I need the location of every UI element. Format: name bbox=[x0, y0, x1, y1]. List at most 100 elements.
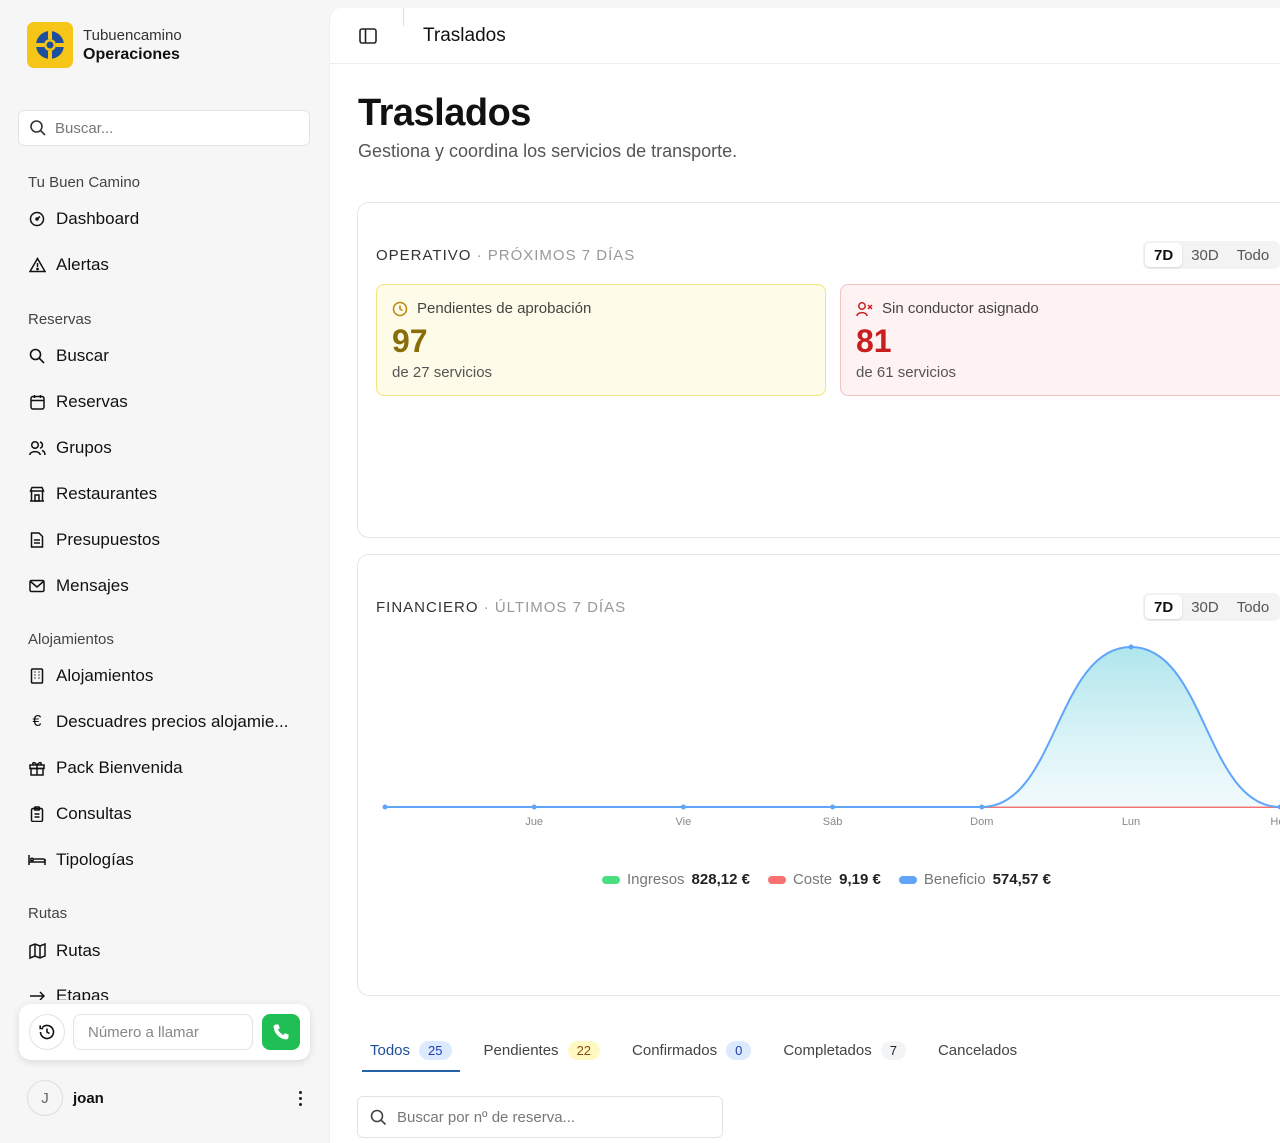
sidebar-item-pack-bienvenida[interactable]: Pack Bienvenida bbox=[22, 750, 312, 786]
sidebar-search[interactable] bbox=[18, 110, 310, 146]
tab-confirmados[interactable]: Confirmados 0 bbox=[624, 1034, 759, 1066]
sidebar-item-label: Pack Bienvenida bbox=[56, 758, 183, 777]
legend-value: 574,57 € bbox=[992, 871, 1051, 888]
file-icon bbox=[28, 531, 46, 549]
reservation-search-input[interactable] bbox=[397, 1108, 697, 1126]
data-point[interactable] bbox=[979, 804, 985, 810]
count-badge: 22 bbox=[567, 1040, 601, 1060]
range-7d[interactable]: 7D bbox=[1145, 595, 1183, 619]
phone-number-input[interactable] bbox=[73, 1014, 253, 1050]
x-tick-label: Hoy bbox=[1270, 816, 1280, 828]
legend-ingresos[interactable]: Ingresos 828,12 € bbox=[602, 871, 750, 888]
sidebar-item-alojamientos[interactable]: Alojamientos bbox=[22, 658, 312, 694]
operativo-range-selector: 7D 30D Todo bbox=[1143, 241, 1280, 269]
reservation-search[interactable] bbox=[357, 1096, 723, 1138]
no-driver-label-wrap: Sin conductor asignado bbox=[856, 300, 1039, 317]
count-badge: 0 bbox=[726, 1040, 752, 1060]
sidebar-item-restaurantes[interactable]: Restaurantes bbox=[22, 476, 312, 512]
sidebar-item-tipologias[interactable]: Tipologías bbox=[22, 842, 312, 878]
sidebar-toggle-button[interactable] bbox=[358, 26, 380, 48]
call-history-button[interactable] bbox=[29, 1014, 65, 1050]
sidebar-item-label: Descuadres precios alojamie... bbox=[56, 712, 289, 731]
brand-title: Operaciones bbox=[83, 46, 180, 63]
series-area-beneficio bbox=[385, 647, 1280, 807]
sidebar-item-label: Reservas bbox=[56, 392, 128, 411]
operativo-period: · PRÓXIMOS 7 DÍAS bbox=[476, 247, 636, 264]
sidebar-nav: Tu Buen Camino Dashboard Alertas Reserva… bbox=[0, 160, 329, 1000]
operativo-heading: OPERATIVO · PRÓXIMOS 7 DÍAS bbox=[376, 247, 635, 264]
sidebar-item-presupuestos[interactable]: Presupuestos bbox=[22, 522, 312, 558]
call-button[interactable] bbox=[262, 1014, 300, 1050]
pending-approval-value: 97 bbox=[392, 323, 428, 359]
x-tick-label: Vie bbox=[676, 816, 692, 828]
topbar-title: Traslados bbox=[423, 25, 506, 46]
pending-approval-foot: de 27 servicios bbox=[392, 364, 493, 381]
user-menu[interactable]: J joan bbox=[27, 1080, 310, 1116]
no-driver-card[interactable]: Sin conductor asignado 81 de 61 servicio… bbox=[840, 284, 1280, 396]
legend-value: 9,19 € bbox=[839, 871, 881, 888]
lifebuoy-logo-icon bbox=[27, 22, 73, 68]
legend-swatch bbox=[898, 875, 917, 884]
topbar: Traslados bbox=[330, 8, 1280, 64]
tab-label: Confirmados bbox=[632, 1041, 718, 1059]
sidebar-item-grupos[interactable]: Grupos bbox=[22, 430, 312, 466]
avatar: J bbox=[27, 1080, 63, 1116]
data-point[interactable] bbox=[680, 804, 686, 810]
sidebar-item-alertas[interactable]: Alertas bbox=[22, 247, 312, 283]
arrow-right-icon bbox=[28, 987, 46, 1000]
range-7d[interactable]: 7D bbox=[1145, 243, 1183, 267]
no-driver-foot: de 61 servicios bbox=[856, 364, 957, 381]
sidebar-item-rutas[interactable]: Rutas bbox=[22, 933, 312, 969]
call-widget bbox=[19, 1004, 310, 1060]
tab-completados[interactable]: Completados 7 bbox=[775, 1034, 914, 1066]
legend-swatch bbox=[602, 875, 620, 884]
range-todo[interactable]: Todo bbox=[1228, 243, 1279, 267]
data-point[interactable] bbox=[531, 804, 537, 810]
legend-beneficio[interactable]: Beneficio 574,57 € bbox=[898, 871, 1051, 888]
sidebar-item-label: Buscar bbox=[56, 346, 109, 365]
pending-approval-card[interactable]: Pendientes de aprobación 97 de 27 servic… bbox=[376, 284, 826, 396]
sidebar-item-etapas[interactable]: Etapas bbox=[22, 978, 312, 1000]
clipboard-icon bbox=[28, 805, 46, 823]
data-point[interactable] bbox=[382, 804, 388, 810]
tab-todos[interactable]: Todos 25 bbox=[362, 1034, 460, 1072]
section-title-rutas: Rutas bbox=[28, 905, 68, 922]
data-point[interactable] bbox=[830, 804, 836, 810]
sidebar-item-label: Alojamientos bbox=[56, 666, 154, 685]
data-point[interactable] bbox=[1128, 644, 1134, 650]
brand[interactable]: Tubuencamino Operaciones bbox=[27, 22, 182, 68]
range-todo[interactable]: Todo bbox=[1228, 595, 1279, 619]
no-driver-value: 81 bbox=[856, 323, 892, 359]
range-30d[interactable]: 30D bbox=[1182, 243, 1228, 267]
sidebar-item-consultas[interactable]: Consultas bbox=[22, 796, 312, 832]
x-tick-label: Jue bbox=[525, 816, 543, 828]
legend-swatch bbox=[767, 875, 786, 884]
x-tick-label: Dom bbox=[970, 816, 993, 828]
tab-label: Todos bbox=[370, 1041, 411, 1059]
sidebar-item-dashboard[interactable]: Dashboard bbox=[22, 201, 312, 237]
tab-pendientes[interactable]: Pendientes 22 bbox=[476, 1034, 609, 1066]
section-title-reservas: Reservas bbox=[28, 311, 92, 328]
count-badge: 25 bbox=[419, 1040, 452, 1060]
sidebar-item-reservas[interactable]: Reservas bbox=[22, 384, 312, 420]
sidebar-item-buscar[interactable]: Buscar bbox=[22, 338, 312, 374]
no-driver-label: Sin conductor asignado bbox=[882, 300, 1039, 317]
alert-triangle-icon bbox=[28, 256, 46, 274]
range-30d[interactable]: 30D bbox=[1182, 595, 1228, 619]
section-title-tu-buen-camino: Tu Buen Camino bbox=[28, 174, 141, 191]
tab-label: Cancelados bbox=[937, 1041, 1018, 1059]
financiero-period: · ÚLTIMOS 7 DÍAS bbox=[483, 599, 627, 616]
more-vertical-icon[interactable] bbox=[290, 1090, 310, 1106]
financiero-title: FINANCIERO bbox=[376, 599, 479, 616]
sidebar-item-descuadres[interactable]: € Descuadres precios alojamie... bbox=[22, 704, 312, 740]
phone-icon bbox=[273, 1024, 289, 1040]
pending-approval-label-wrap: Pendientes de aprobación bbox=[392, 300, 591, 317]
sidebar-search-input[interactable] bbox=[55, 119, 295, 137]
legend-coste[interactable]: Coste 9,19 € bbox=[767, 871, 881, 888]
mail-icon bbox=[28, 577, 46, 595]
tab-cancelados[interactable]: Cancelados bbox=[930, 1034, 1025, 1066]
sidebar-item-mensajes[interactable]: Mensajes bbox=[22, 568, 312, 604]
gift-icon bbox=[28, 759, 46, 777]
bed-icon bbox=[28, 851, 46, 869]
count-badge: 7 bbox=[880, 1040, 906, 1060]
